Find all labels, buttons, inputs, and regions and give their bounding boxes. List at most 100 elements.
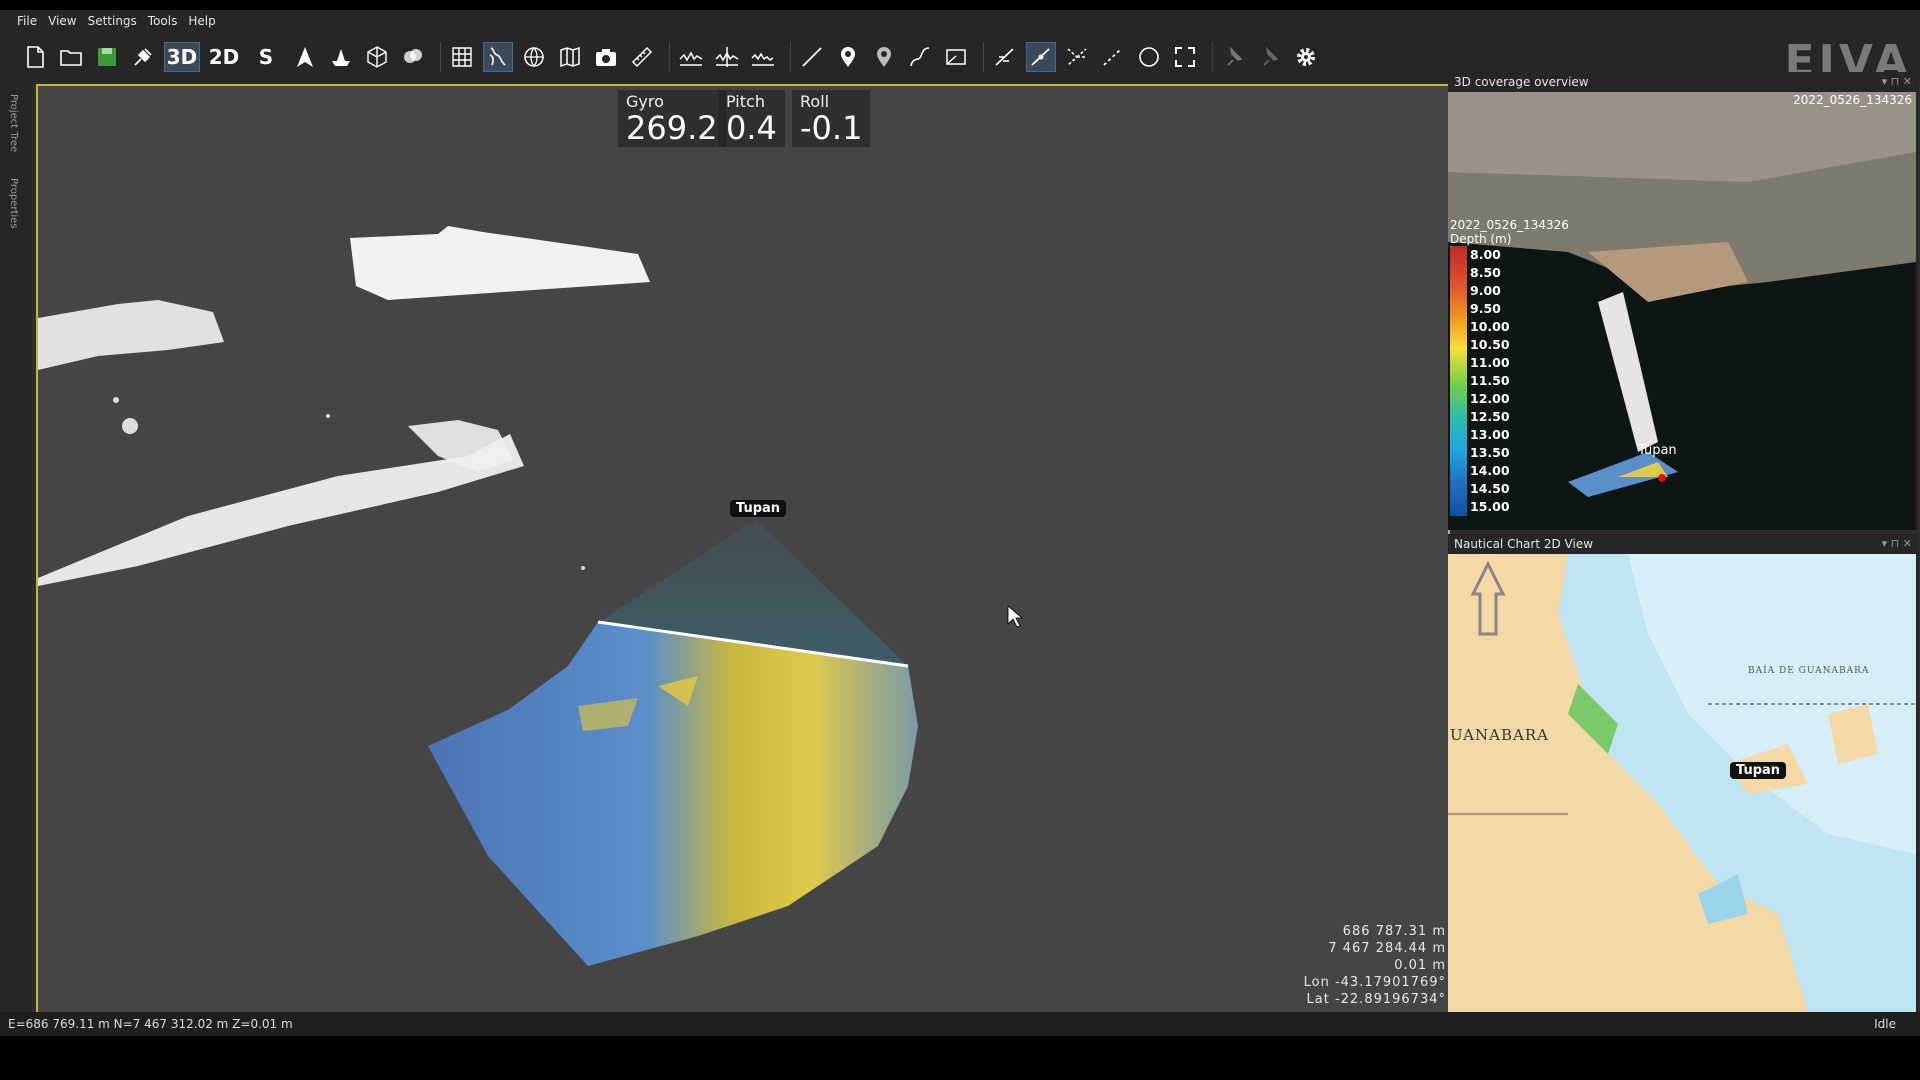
- 3d-viewport[interactable]: Gyro 269.2 Pitch 0.4 Roll -0.1 Tupan 686…: [36, 84, 1450, 1014]
- toolbar-separator: [983, 42, 984, 72]
- view-2d-button[interactable]: 2D: [206, 42, 242, 72]
- menu-view[interactable]: View: [48, 10, 87, 32]
- coord-easting: 686 787.31 m: [1342, 924, 1446, 939]
- app-window: File View Settings Tools Help 3D 2D S EI…: [0, 10, 1920, 1036]
- legend-entry: 14.00: [1470, 463, 1510, 478]
- globe-icon[interactable]: [519, 42, 549, 72]
- legend-entry: 14.50: [1470, 481, 1510, 496]
- status-position: E=686 769.11 m N=7 467 312.02 m Z=0.01 m: [8, 1017, 293, 1031]
- coverage-overview-panel: 3D coverage overview ▾ ⊓ ✕ 2022_0526_134…: [1448, 72, 1918, 530]
- legend-entry: 9.50: [1470, 301, 1501, 316]
- vessel-label-overview: Tupan: [1638, 443, 1677, 458]
- menu-bar: File View Settings Tools Help: [0, 10, 1920, 32]
- legend-color-bar: [1450, 246, 1467, 516]
- fullscreen-icon[interactable]: [1170, 42, 1200, 72]
- legend-entry: 12.50: [1470, 409, 1510, 424]
- camera-icon[interactable]: [591, 42, 621, 72]
- nautical-chart-view[interactable]: UANABARA BAÍA DE GUANABARA Tupan: [1448, 554, 1916, 1012]
- vessel-label-chart[interactable]: Tupan: [1730, 762, 1787, 779]
- roll-value: -0.1: [800, 109, 863, 147]
- open-folder-icon[interactable]: [56, 42, 86, 72]
- legend-entry: 10.00: [1470, 319, 1510, 334]
- save-icon[interactable]: [92, 42, 122, 72]
- profile-long-icon[interactable]: [748, 42, 778, 72]
- cursor-coordinates: 686 787.31 m 7 467 284.44 m 0.01 m Lon -…: [1304, 923, 1446, 1008]
- chart-place-label: UANABARA: [1450, 726, 1549, 744]
- chart-bay-label: BAÍA DE GUANABARA: [1748, 666, 1870, 676]
- legend-dataset: 2022_0526_134326: [1450, 218, 1569, 232]
- toolbar-separator: [440, 42, 441, 72]
- menu-help[interactable]: Help: [188, 10, 226, 32]
- coverage-view[interactable]: 2022_0526_134326 Tupan 2022_0526_134326 …: [1448, 92, 1916, 530]
- vessel-icon[interactable]: [326, 42, 356, 72]
- pitch-value: 0.4: [726, 109, 777, 147]
- cube-icon[interactable]: [362, 42, 392, 72]
- legend-entry: 8.00: [1470, 247, 1501, 262]
- 3d-scene: [38, 226, 1024, 966]
- left-side-tabs: Project Tree Properties: [0, 82, 32, 1012]
- menu-file[interactable]: File: [0, 10, 48, 32]
- pin-area-icon[interactable]: [869, 42, 899, 72]
- pin-disabled-icon: [1219, 42, 1249, 72]
- view-s-button[interactable]: S: [248, 42, 284, 72]
- panel-title: 3D coverage overview: [1454, 75, 1589, 89]
- line-icon[interactable]: [797, 42, 827, 72]
- menu-settings[interactable]: Settings: [88, 10, 148, 32]
- new-file-icon[interactable]: [20, 42, 50, 72]
- rectangle-icon[interactable]: [941, 42, 971, 72]
- toolbar-separator: [1212, 42, 1213, 72]
- legend-entry: 8.50: [1470, 265, 1501, 280]
- profile-cross-icon[interactable]: [712, 42, 742, 72]
- gyro-value: 269.2: [626, 109, 718, 147]
- connect-plug-icon[interactable]: [128, 42, 158, 72]
- toolbar-separator: [669, 42, 670, 72]
- bathymetry-surface: [428, 622, 918, 966]
- map-icon[interactable]: [555, 42, 585, 72]
- panel-header: 3D coverage overview ▾ ⊓ ✕: [1448, 72, 1918, 92]
- route-edit-icon[interactable]: [1026, 42, 1056, 72]
- route-dashed-icon[interactable]: [1098, 42, 1128, 72]
- gyro-readout: Gyro 269.2: [618, 90, 726, 147]
- profile-icon[interactable]: [676, 42, 706, 72]
- menu-tools[interactable]: Tools: [148, 10, 189, 32]
- point-cloud-shore: [38, 300, 224, 370]
- north-arrow-icon[interactable]: [290, 42, 320, 72]
- legend-entry: 15.00: [1470, 499, 1510, 514]
- mouse-cursor: [1007, 605, 1024, 628]
- coord-latitude: Lat -22.89196734°: [1306, 992, 1446, 1007]
- legend-entry: 11.00: [1470, 355, 1510, 370]
- route-split-icon[interactable]: [1062, 42, 1092, 72]
- pin-disabled-2-icon: [1255, 42, 1285, 72]
- ruler-icon[interactable]: [627, 42, 657, 72]
- coastline-icon[interactable]: [483, 42, 513, 72]
- curve-icon[interactable]: [905, 42, 935, 72]
- roll-readout: Roll -0.1: [792, 90, 871, 147]
- nautical-chart-panel: Nautical Chart 2D View ▾ ⊓ ✕ UANABARA BA…: [1448, 534, 1918, 1012]
- legend-entry: 11.50: [1470, 373, 1510, 388]
- point-cloud-pier: [350, 226, 650, 300]
- tab-project-tree[interactable]: Project Tree: [8, 94, 19, 152]
- view-3d-button[interactable]: 3D: [164, 42, 200, 72]
- legend-entry: 9.00: [1470, 283, 1501, 298]
- pitch-readout: Pitch 0.4: [718, 90, 785, 147]
- legend-entry: 12.00: [1470, 391, 1510, 406]
- tab-properties[interactable]: Properties: [8, 178, 19, 229]
- chart-map: [1448, 554, 1916, 1012]
- pin-icon[interactable]: [833, 42, 863, 72]
- coord-northing: 7 467 284.44 m: [1328, 941, 1446, 956]
- route-icon[interactable]: [990, 42, 1020, 72]
- legend-entry: 10.50: [1470, 337, 1510, 352]
- grid-icon[interactable]: [447, 42, 477, 72]
- panel-controls[interactable]: ▾ ⊓ ✕: [1882, 72, 1912, 92]
- gear-icon[interactable]: [1291, 42, 1321, 72]
- legend-title: Depth (m): [1450, 232, 1512, 246]
- layers-icon[interactable]: [398, 42, 428, 72]
- vessel-label[interactable]: Tupan: [730, 500, 787, 517]
- toolbar-separator: [790, 42, 791, 72]
- legend-entry: 13.50: [1470, 445, 1510, 460]
- coord-longitude: Lon -43.17901769°: [1303, 975, 1446, 990]
- panel-controls[interactable]: ▾ ⊓ ✕: [1882, 534, 1912, 554]
- status-bar: E=686 769.11 m N=7 467 312.02 m Z=0.01 m…: [0, 1012, 1920, 1036]
- legend-entry: 13.00: [1470, 427, 1510, 442]
- circle-icon[interactable]: [1134, 42, 1164, 72]
